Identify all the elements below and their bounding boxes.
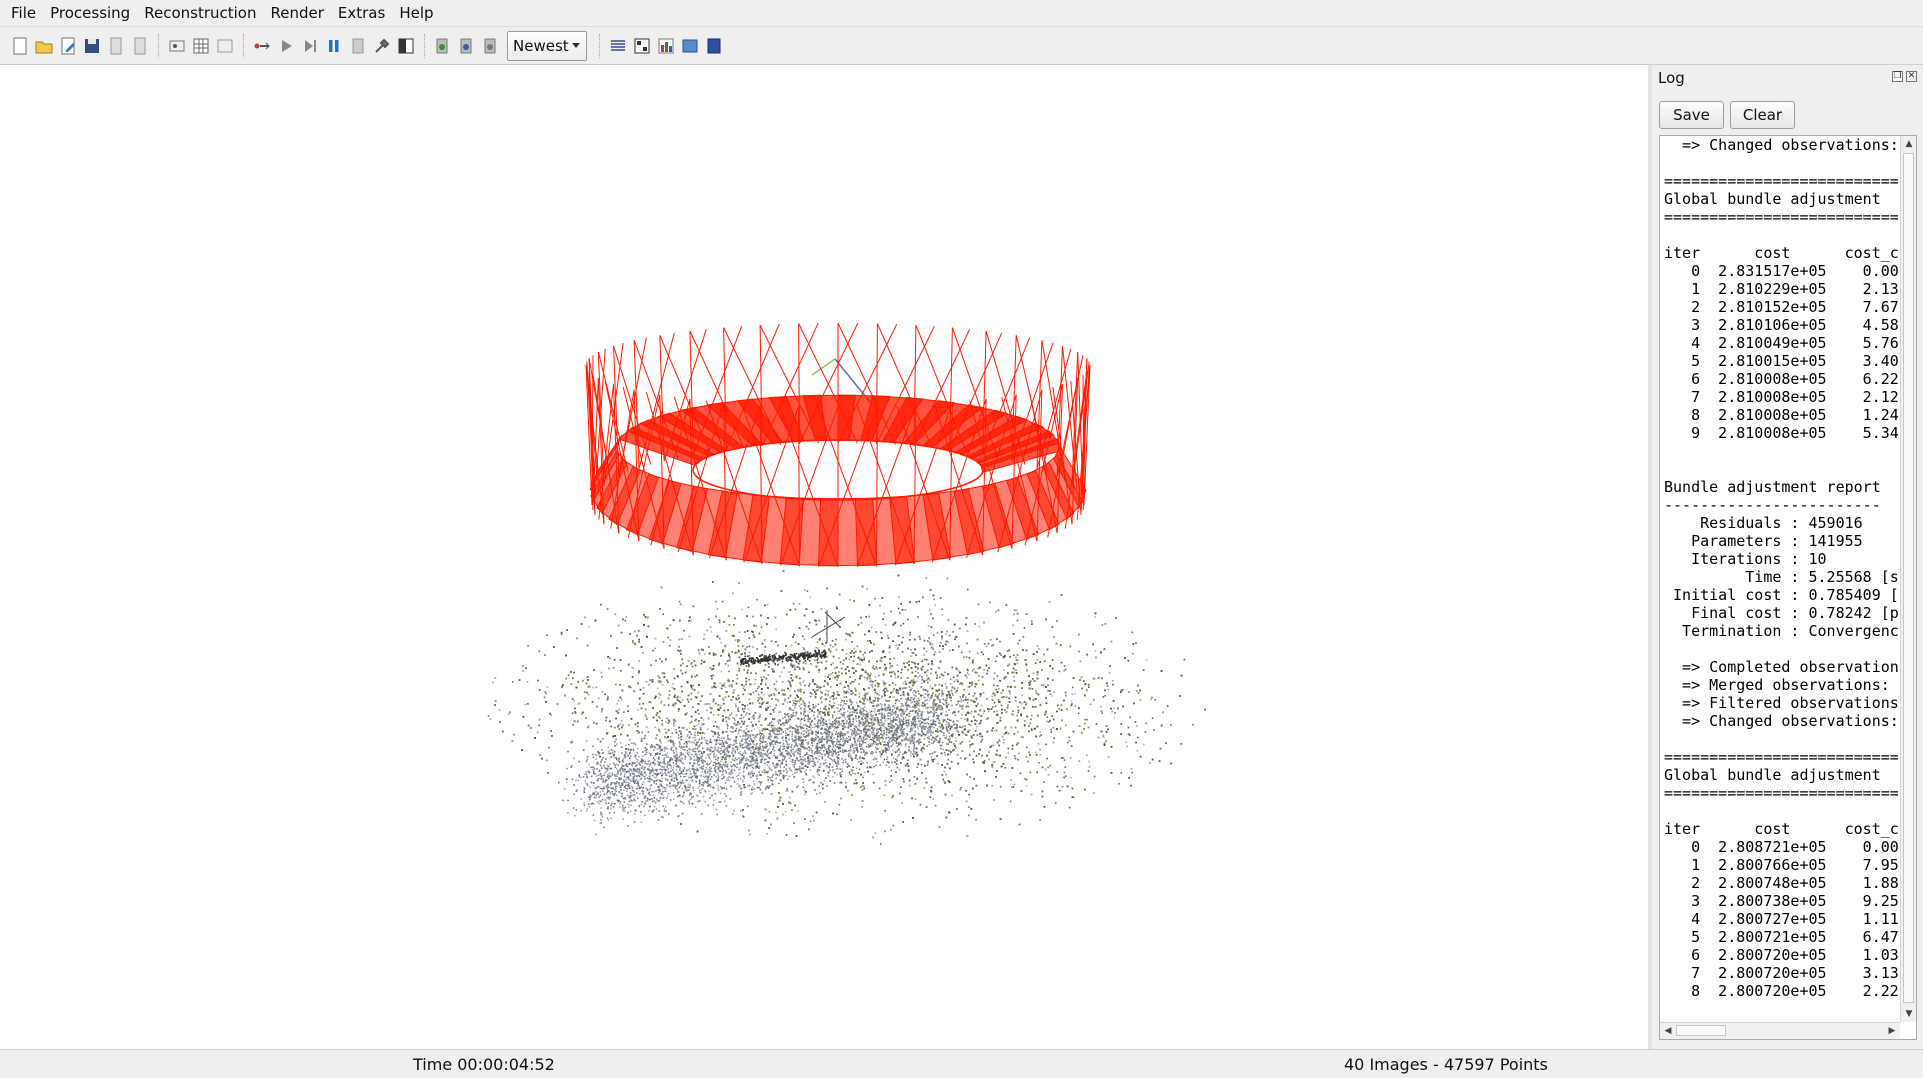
menu-help[interactable]: Help: [392, 0, 440, 27]
sparse-point-cloud: [487, 570, 1206, 845]
colmap-window: File Processing Reconstruction Render Extras…: [0, 0, 1923, 1078]
feature-matching-icon[interactable]: [191, 36, 211, 56]
log-save-button[interactable]: Save: [1659, 101, 1724, 129]
reconstruction-scene[interactable]: [0, 65, 1648, 1049]
step-icon[interactable]: [300, 36, 320, 56]
log-clear-button[interactable]: Clear: [1730, 101, 1795, 129]
settings-icon[interactable]: [372, 36, 392, 56]
toolbar-separator: [243, 33, 244, 58]
info-icon[interactable]: [704, 36, 724, 56]
open-project-icon[interactable]: [34, 36, 54, 56]
log-dock: Log ❐ ✕ Save Clear => Changed observatio…: [1652, 65, 1923, 1049]
scroll-right-icon[interactable]: ▶: [1885, 1024, 1899, 1038]
status-elapsed-time: Time 00:00:04:52: [413, 1055, 555, 1074]
new-project-icon[interactable]: [10, 36, 30, 56]
menu-reconstruction[interactable]: Reconstruction: [137, 0, 263, 27]
menu-bar: File Processing Reconstruction Render Extras…: [0, 0, 1923, 27]
reconstruction-stats-icon[interactable]: [608, 36, 628, 56]
pause-icon[interactable]: [324, 36, 344, 56]
menu-extras[interactable]: Extras: [331, 0, 392, 27]
database-management-icon[interactable]: [215, 36, 235, 56]
log-title: Log: [1658, 69, 1685, 87]
grab-image-icon[interactable]: [396, 36, 416, 56]
log-vertical-scrollbar[interactable]: ▲ ▼: [1900, 136, 1916, 1022]
log-icon[interactable]: [656, 36, 676, 56]
render-options-icon[interactable]: [433, 36, 453, 56]
status-bar: Time 00:00:04:52 40 Images - 47597 Point…: [0, 1049, 1923, 1078]
toolbar: Newest: [0, 27, 1923, 65]
feature-extraction-icon[interactable]: [167, 36, 187, 56]
status-reconstruction-counts: 40 Images - 47597 Points: [1344, 1055, 1548, 1074]
toolbar-separator: [158, 33, 159, 58]
menu-file[interactable]: File: [4, 0, 43, 27]
scroll-thumb-horizontal[interactable]: [1676, 1025, 1726, 1036]
scroll-up-icon[interactable]: ▲: [1902, 137, 1916, 151]
camera-frustums: [585, 322, 1091, 568]
automatic-reconstruction-icon[interactable]: [252, 36, 272, 56]
edit-project-icon[interactable]: [58, 36, 78, 56]
movie-icon[interactable]: [481, 36, 501, 56]
render-mode-select[interactable]: Newest: [507, 30, 587, 61]
export-icon[interactable]: [130, 36, 150, 56]
log-text-area[interactable]: => Changed observations: ===============…: [1659, 135, 1917, 1040]
3d-viewport[interactable]: [0, 65, 1648, 1049]
import-icon[interactable]: [106, 36, 126, 56]
image-viewer-icon[interactable]: [680, 36, 700, 56]
log-horizontal-scrollbar[interactable]: ◀ ▶: [1660, 1022, 1900, 1039]
camera-icon[interactable]: [457, 36, 477, 56]
chevron-down-icon: [572, 42, 580, 48]
toolbar-separator: [424, 33, 425, 58]
render-mode-value: Newest: [513, 36, 569, 55]
menu-render[interactable]: Render: [263, 0, 330, 27]
menu-processing[interactable]: Processing: [43, 0, 137, 27]
play-icon[interactable]: [276, 36, 296, 56]
close-dock-icon[interactable]: ✕: [1906, 71, 1917, 82]
scroll-down-icon[interactable]: ▼: [1902, 1007, 1916, 1021]
scroll-thumb[interactable]: [1903, 153, 1914, 1003]
log-content: => Changed observations: ===============…: [1664, 136, 1898, 1000]
save-project-icon[interactable]: [82, 36, 102, 56]
float-dock-icon[interactable]: ❐: [1892, 71, 1903, 82]
match-matrix-icon[interactable]: [632, 36, 652, 56]
reset-icon[interactable]: [348, 36, 368, 56]
toolbar-separator: [599, 33, 600, 58]
scroll-left-icon[interactable]: ◀: [1661, 1024, 1675, 1038]
